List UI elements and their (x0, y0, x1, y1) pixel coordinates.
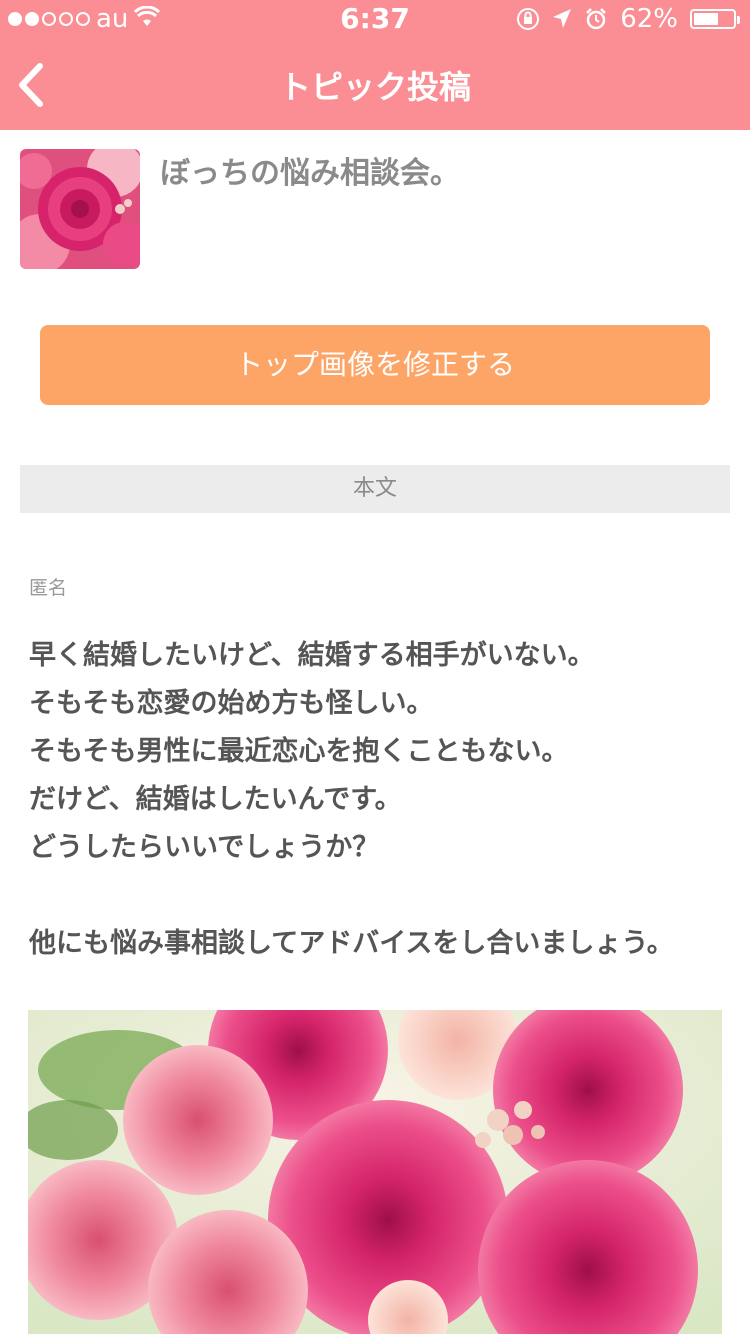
status-right-group: 62% (516, 4, 740, 34)
nav-bar: トピック投稿 (0, 40, 750, 130)
post-body-image (28, 1010, 722, 1334)
status-bar: au 6:37 62% (0, 0, 750, 40)
flower-thumbnail-image (20, 149, 140, 269)
alarm-icon (586, 8, 607, 30)
screen: au 6:37 62% トピック投稿 ぼっちの悩み相談会。 トップ画像を修正する… (0, 0, 750, 1334)
post-body-text: 早く結婚したいけど、結婚する相手がいない。 そもそも恋愛の始め方も怪しい。 そも… (29, 640, 674, 959)
author-label: 匿名 (29, 577, 68, 599)
location-icon (553, 9, 572, 28)
battery-fill (694, 13, 718, 25)
topic-thumbnail[interactable] (20, 149, 140, 269)
orientation-lock-icon (517, 8, 540, 30)
body-section-header: 本文 (20, 465, 730, 513)
page-title: トピック投稿 (278, 68, 471, 106)
battery-percent: 62% (620, 4, 678, 34)
battery-icon (690, 9, 740, 29)
edit-top-image-button[interactable]: トップ画像を修正する (40, 325, 710, 405)
topic-title: ぼっちの悩み相談会。 (160, 156, 460, 191)
flower-bouquet-image (28, 1010, 722, 1334)
